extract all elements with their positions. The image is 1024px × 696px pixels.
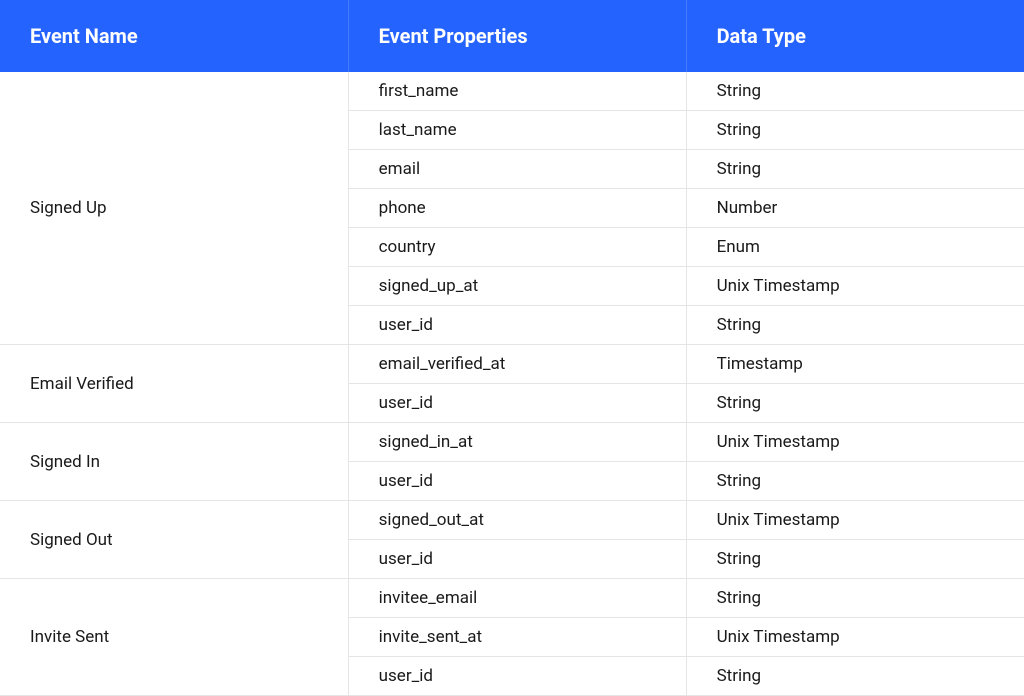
data-type-cell: String (686, 306, 1024, 345)
header-event-name: Event Name (0, 0, 348, 72)
property-name-cell: user_id (348, 306, 686, 345)
data-type-cell: Unix Timestamp (686, 267, 1024, 306)
data-type-cell: Unix Timestamp (686, 423, 1024, 462)
property-name-cell: first_name (348, 72, 686, 111)
property-name-cell: signed_in_at (348, 423, 686, 462)
data-type-cell: String (686, 384, 1024, 423)
property-name-cell: user_id (348, 462, 686, 501)
header-data-type: Data Type (686, 0, 1024, 72)
data-type-cell: Unix Timestamp (686, 618, 1024, 657)
property-name-cell: user_id (348, 657, 686, 696)
property-name-cell: invitee_email (348, 579, 686, 618)
event-name-cell: Invite Sent (0, 579, 348, 696)
header-event-properties: Event Properties (348, 0, 686, 72)
data-type-cell: String (686, 540, 1024, 579)
table-row: Invite Sentinvitee_emailString (0, 579, 1024, 618)
data-type-cell: String (686, 72, 1024, 111)
data-type-cell: String (686, 579, 1024, 618)
event-name-cell: Signed In (0, 423, 348, 501)
events-table: Event Name Event Properties Data Type Si… (0, 0, 1024, 696)
table-header-row: Event Name Event Properties Data Type (0, 0, 1024, 72)
data-type-cell: Enum (686, 228, 1024, 267)
data-type-cell: Timestamp (686, 345, 1024, 384)
table-row: Signed Outsigned_out_atUnix Timestamp (0, 501, 1024, 540)
data-type-cell: Number (686, 189, 1024, 228)
data-type-cell: String (686, 111, 1024, 150)
property-name-cell: user_id (348, 540, 686, 579)
property-name-cell: user_id (348, 384, 686, 423)
table-row: Signed Upfirst_nameString (0, 72, 1024, 111)
event-name-cell: Signed Up (0, 72, 348, 345)
property-name-cell: invite_sent_at (348, 618, 686, 657)
data-type-cell: String (686, 150, 1024, 189)
table-body: Signed Upfirst_nameStringlast_nameString… (0, 72, 1024, 696)
event-name-cell: Signed Out (0, 501, 348, 579)
property-name-cell: signed_out_at (348, 501, 686, 540)
property-name-cell: phone (348, 189, 686, 228)
property-name-cell: email_verified_at (348, 345, 686, 384)
data-type-cell: String (686, 462, 1024, 501)
property-name-cell: country (348, 228, 686, 267)
data-type-cell: String (686, 657, 1024, 696)
table-row: Email Verifiedemail_verified_atTimestamp (0, 345, 1024, 384)
property-name-cell: signed_up_at (348, 267, 686, 306)
event-name-cell: Email Verified (0, 345, 348, 423)
data-type-cell: Unix Timestamp (686, 501, 1024, 540)
property-name-cell: email (348, 150, 686, 189)
table-row: Signed Insigned_in_atUnix Timestamp (0, 423, 1024, 462)
property-name-cell: last_name (348, 111, 686, 150)
